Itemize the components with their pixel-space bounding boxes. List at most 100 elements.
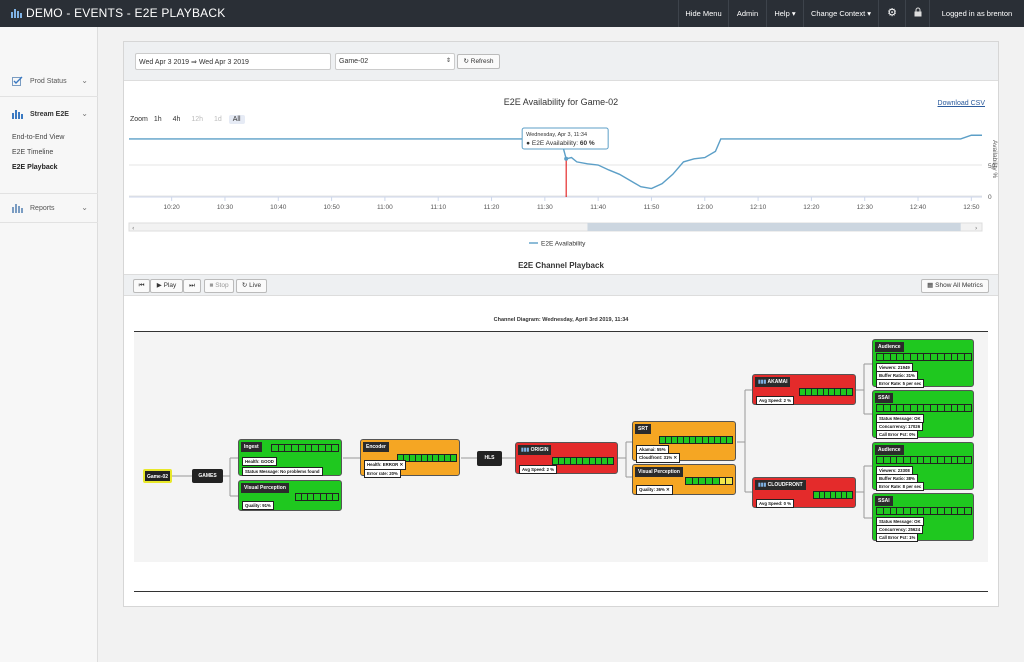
meter-segment (890, 457, 898, 463)
lock-icon[interactable] (905, 0, 929, 27)
x-tick-label: 10:40 (270, 204, 287, 211)
step-forward-button[interactable]: ⏭ (183, 279, 201, 293)
meter-segment (931, 405, 939, 411)
scroll-right-icon: › (975, 225, 977, 232)
show-all-metrics-button[interactable]: ▦ Show All Metrics (921, 279, 989, 293)
meter-segment (917, 354, 925, 360)
node-ssai-2[interactable]: SSAI Status Message: OK Concurrency: 256… (872, 493, 974, 542)
x-tick-label: 11:00 (377, 204, 393, 211)
meter-segment (938, 354, 945, 360)
settings-gear-icon[interactable]: ⚙ (878, 0, 905, 27)
meter-segment (965, 405, 971, 411)
meter-segment (910, 354, 918, 360)
tooltip-date: Wednesday, Apr 3, 11:34 (526, 132, 587, 138)
node-encoder[interactable]: Encoder Health: ERROR ✕ Error rate: 20% (360, 439, 460, 478)
live-label: Live (249, 282, 262, 289)
meter-segment (958, 354, 966, 360)
meter (876, 507, 972, 515)
help-menu[interactable]: Help ▾ (766, 0, 803, 27)
date-range-input[interactable]: Wed Apr 3 2019 ⇒ Wed Apr 3 2019 (135, 53, 331, 70)
sidebar-subitem-e2e-playback[interactable]: E2E Playback (12, 164, 58, 171)
meter-segment (719, 478, 727, 484)
node-title: SSAI (875, 496, 893, 506)
zoom-4h-button[interactable]: 4h (169, 115, 185, 124)
meter-segment (958, 405, 966, 411)
zoom-all-button[interactable]: All (228, 115, 245, 124)
metric-chip: Error Rate: 5 per sec (876, 379, 925, 388)
meter-segment (325, 445, 333, 451)
node-srt[interactable]: SRT Akamai: 55% Cloudfront: 31% ✕ (632, 421, 736, 463)
chevron-down-icon: ⌄ (81, 109, 88, 118)
sidebar: Prod Status ⌄ Stream E2E ⌄ End-to-End Vi… (0, 27, 98, 662)
node-audience-1[interactable]: Audience Viewers: 21949 Buffer Ratio: 31… (872, 339, 974, 388)
navigator-handle (587, 223, 961, 231)
sidebar-subitem-e2e-timeline[interactable]: E2E Timeline (12, 149, 53, 156)
meter-segment (883, 457, 891, 463)
node-origin[interactable]: ▮▮▮ ORIGIN Avg Speed: 2 % (515, 442, 618, 474)
bar-chart-icon: ▮▮▮ (521, 447, 530, 453)
main-panel: Wed Apr 3 2019 ⇒ Wed Apr 3 2019 Game-02 … (123, 41, 999, 607)
top-navbar: DEMO - EVENTS - E2E PLAYBACK Hide Menu A… (0, 0, 1024, 27)
diagram-bottom-rule (134, 591, 988, 592)
meter (799, 388, 853, 396)
node-visual-perception-2[interactable]: Visual Perception Quality: 36% ✕ (632, 464, 736, 495)
meter-segment (890, 405, 898, 411)
refresh-button[interactable]: ↻ Refresh (457, 54, 500, 69)
meter-segment (897, 354, 905, 360)
change-context-menu[interactable]: Change Context ▾ (803, 0, 878, 27)
sidebar-item-stream-e2e[interactable]: Stream E2E ⌄ (0, 100, 98, 130)
meter-segment (305, 445, 313, 451)
bar-chart-icon: ▮▮▮ (758, 482, 767, 488)
play-button[interactable]: ▶ Play (150, 279, 183, 293)
meter-segment (332, 494, 338, 500)
meter-segment (944, 508, 952, 514)
node-ingest[interactable]: Ingest Health: GOOD Status Message: No p… (238, 439, 342, 476)
node-title: Visual Perception (241, 483, 289, 493)
app-title[interactable]: DEMO - EVENTS - E2E PLAYBACK (11, 6, 225, 20)
node-cloudfront[interactable]: ▮▮▮ CLOUDFRONT Avg Speed: 0 % (752, 477, 856, 508)
node-ssai-1[interactable]: SSAI Status Message: OK Concurrency: 170… (872, 390, 974, 439)
meter-segment (318, 445, 326, 451)
sidebar-item-reports[interactable]: Reports ⌄ (0, 193, 98, 223)
meter-segment (910, 508, 918, 514)
bar-chart-icon (11, 9, 22, 18)
meter-segment (712, 478, 720, 484)
zoom-12h-button[interactable]: 12h (187, 115, 207, 124)
x-tick-label: 12:50 (963, 204, 980, 211)
play-label: Play (163, 282, 177, 289)
availability-chart-section: 0 50 Availability % 10:20 10:30 10:40 10:50 11:… (124, 92, 998, 259)
zoom-1h-button[interactable]: 1h (150, 115, 166, 124)
sidebar-label-stream-e2e: Stream E2E (30, 111, 69, 118)
meter-segment (890, 354, 898, 360)
meter-segment (917, 457, 925, 463)
stop-label: Stop (215, 282, 229, 289)
caret-down-icon: ▾ (791, 9, 796, 18)
node-games[interactable]: GAMES (192, 469, 223, 483)
meter-segment (965, 457, 971, 463)
logged-in-user[interactable]: Logged in as brenton (929, 0, 1024, 27)
node-hls[interactable]: HLS (477, 451, 502, 466)
node-title: ▮▮▮ ORIGIN (518, 445, 552, 455)
sidebar-item-prod-status[interactable]: Prod Status ⌄ (0, 67, 98, 97)
step-back-button[interactable]: ⏮ (133, 279, 150, 293)
game-select[interactable]: Game-02 ⇕ (335, 53, 455, 70)
metric-chip: Avg Speed: 2 % (519, 465, 558, 474)
meter-segment (847, 492, 853, 498)
metric-chip: Quality: 91% (242, 501, 274, 510)
meter-segment (285, 445, 293, 451)
zoom-1d-button[interactable]: 1d (210, 115, 226, 124)
live-button[interactable]: ↻ Live (236, 279, 267, 293)
node-akamai[interactable]: ▮▮▮ AKAMAI Avg Speed: 2 % (752, 374, 856, 405)
node-title: Visual Perception (635, 467, 683, 477)
stop-button[interactable]: ■ Stop (204, 279, 234, 293)
sidebar-subitem-end-to-end-view[interactable]: End-to-End View (12, 134, 64, 141)
meter-segment (924, 405, 932, 411)
node-audience-2[interactable]: Audience Viewers: 23308 Buffer Ratio: 38… (872, 442, 974, 491)
node-game[interactable]: Game-02 (143, 469, 172, 483)
availability-chart: 050Availability %10:20 10:30 10:40 10:50 11:… (128, 127, 998, 248)
download-csv-link[interactable]: Download CSV (938, 100, 985, 107)
hide-menu-link[interactable]: Hide Menu (678, 0, 728, 27)
admin-link[interactable]: Admin (728, 0, 766, 27)
node-visual-perception-1[interactable]: Visual Perception Quality: 91% (238, 480, 342, 511)
game-select-value: Game-02 (339, 58, 369, 65)
